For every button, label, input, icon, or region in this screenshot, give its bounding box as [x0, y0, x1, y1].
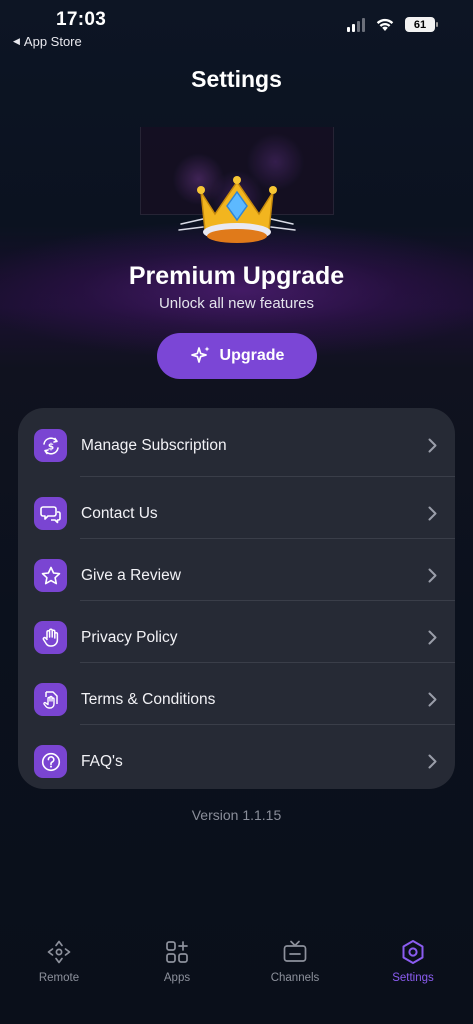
- menu-item-label: Terms & Conditions: [81, 691, 216, 708]
- menu-item-manage-subscription[interactable]: $ Manage Subscription: [18, 408, 455, 477]
- back-link-label: App Store: [23, 34, 82, 49]
- tab-label: Remote: [38, 972, 80, 984]
- menu-item-faqs[interactable]: FAQ's: [18, 724, 455, 786]
- upgrade-button-label: Upgrade: [219, 347, 285, 364]
- svg-text:$: $: [47, 442, 53, 452]
- hand-icon: [34, 621, 67, 654]
- cellular-signal-icon: [347, 17, 365, 32]
- menu-item-privacy-policy[interactable]: Privacy Policy: [18, 600, 455, 663]
- page-title: Settings: [191, 66, 282, 92]
- battery-level: 61: [413, 18, 427, 31]
- menu-item-contact-us[interactable]: Contact Us: [18, 476, 455, 539]
- settings-menu: $ Manage Subscription Contact Us Give a …: [18, 408, 455, 789]
- menu-item-give-a-review[interactable]: Give a Review: [18, 538, 455, 601]
- settings-hex-icon: [402, 940, 424, 964]
- sparkles-icon: [190, 346, 210, 363]
- status-indicators: 61: [347, 17, 438, 32]
- battery-indicator: 61: [405, 17, 438, 32]
- tab-label: Settings: [392, 972, 434, 984]
- tab-apps[interactable]: Apps: [132, 939, 222, 984]
- tab-label: Apps: [163, 972, 191, 984]
- chevron-right-icon: [428, 568, 437, 583]
- chevron-right-icon: [428, 438, 437, 453]
- chat-bubbles-icon: [34, 497, 67, 530]
- tab-remote[interactable]: Remote: [14, 939, 104, 984]
- tab-bar: Remote Apps Channels Settings: [0, 925, 473, 1024]
- crown-icon: [178, 176, 296, 243]
- question-circle-icon: [34, 745, 67, 778]
- upgrade-button[interactable]: Upgrade: [157, 333, 317, 379]
- tab-settings[interactable]: Settings: [368, 939, 458, 984]
- star-icon: [34, 559, 67, 592]
- back-to-app-store-link[interactable]: ◀ App Store: [13, 34, 82, 49]
- settings-screen: 17:03 ◀ App Store 61 Settings Premium Up…: [0, 0, 473, 1024]
- premium-title: Premium Upgrade: [128, 262, 345, 290]
- subscription-dollar-icon: $: [34, 429, 67, 462]
- chevron-right-icon: [428, 692, 437, 707]
- chevron-right-icon: [428, 506, 437, 521]
- wifi-icon: [376, 18, 394, 31]
- remote-dpad-icon: [47, 940, 71, 964]
- chevron-right-icon: [428, 754, 437, 769]
- menu-item-label: Manage Subscription: [81, 437, 227, 454]
- document-hand-icon: [34, 683, 67, 716]
- menu-item-label: Contact Us: [81, 505, 158, 522]
- app-version: Version 1.1.15: [191, 807, 282, 823]
- chevron-right-icon: [428, 630, 437, 645]
- tab-label: Channels: [270, 972, 320, 984]
- tab-channels[interactable]: Channels: [250, 939, 340, 984]
- menu-item-label: FAQ's: [81, 753, 123, 770]
- premium-subtitle: Unlock all new features: [158, 295, 315, 312]
- menu-item-label: Give a Review: [81, 567, 181, 584]
- apps-grid-icon: [166, 941, 188, 963]
- menu-item-label: Privacy Policy: [81, 629, 178, 646]
- tv-icon: [283, 940, 307, 962]
- back-arrow-icon: ◀: [13, 36, 20, 46]
- menu-item-terms-conditions[interactable]: Terms & Conditions: [18, 662, 455, 725]
- status-time: 17:03: [56, 9, 107, 30]
